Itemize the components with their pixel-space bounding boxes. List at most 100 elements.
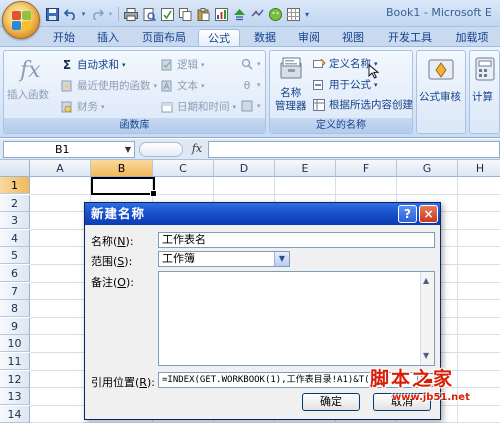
row-header-8[interactable]: 8 (0, 300, 30, 318)
formula-auditing-button[interactable]: 公式审核 (419, 91, 461, 104)
tab-view[interactable]: 视图 (333, 29, 373, 47)
name-field[interactable]: 工作表名 (158, 232, 435, 248)
scope-select[interactable]: 工作簿 ▼ (158, 251, 290, 267)
insert-function-fx-button[interactable]: fx (189, 141, 205, 158)
name-manager-icon[interactable] (279, 55, 305, 84)
refers-to-field[interactable]: =INDEX(GET.WORKBOOK(1),工作表目录!A1)&T( (158, 372, 418, 388)
title-bar: ▾ ▾ ▾ Book1 - Microsoft E (0, 0, 500, 39)
tab-insert[interactable]: 插入 (88, 29, 128, 47)
copy-icon[interactable] (177, 6, 193, 22)
scope-label: 范围(S): (91, 255, 133, 268)
customize-icon[interactable] (285, 6, 301, 22)
row-header-14[interactable]: 14 (0, 405, 30, 423)
date-time-button[interactable]: 日期和时间 ▾ (160, 99, 236, 114)
redo-icon[interactable] (89, 6, 105, 22)
cancel-button[interactable]: 取消 (373, 393, 431, 411)
collapse-dialog-button[interactable] (421, 373, 435, 387)
column-header-c[interactable]: C (153, 160, 214, 177)
sort-icon[interactable] (231, 6, 247, 22)
math-trig-button[interactable]: θ ▾ (240, 78, 261, 92)
name-manager-button[interactable]: 名称 管理器 (275, 87, 307, 113)
undo-icon[interactable] (62, 6, 78, 22)
column-header-f[interactable]: F (336, 160, 397, 177)
tab-review[interactable]: 审阅 (290, 29, 328, 47)
smiley-icon[interactable] (267, 6, 283, 22)
spelling-icon[interactable] (159, 6, 175, 22)
column-header-e[interactable]: E (275, 160, 336, 177)
row-header-10[interactable]: 10 (0, 335, 30, 353)
row-header-7[interactable]: 7 (0, 282, 30, 300)
formula-input[interactable] (208, 141, 500, 158)
row-header-2[interactable]: 2 (0, 194, 30, 212)
tab-home[interactable]: 开始 (44, 29, 84, 47)
comment-textarea[interactable]: ▲ ▼ (158, 271, 435, 366)
use-in-formula-button[interactable]: 用于公式 ▾ (312, 77, 378, 92)
column-header-b[interactable]: B (91, 160, 153, 177)
print-icon[interactable] (123, 6, 139, 22)
row-header-11[interactable]: 11 (0, 353, 30, 370)
chevron-down-icon: ▾ (232, 102, 237, 111)
name-box[interactable]: B1 ▼ (3, 141, 135, 158)
recently-used-button[interactable]: 最近使用的函数 ▾ (60, 78, 157, 93)
tab-add-ins[interactable]: 加载项 (446, 29, 498, 47)
calculator-icon[interactable] (475, 57, 495, 84)
row-header-13[interactable]: 13 (0, 388, 30, 406)
close-button[interactable]: × (419, 205, 438, 223)
office-button[interactable] (2, 1, 40, 39)
tab-formulas[interactable]: 公式 (198, 29, 240, 47)
dialog-title: 新建名称 (85, 203, 440, 225)
column-header-g[interactable]: G (397, 160, 458, 177)
row-header-4[interactable]: 4 (0, 229, 30, 247)
office-logo-icon (12, 11, 32, 31)
record-icon[interactable] (249, 6, 265, 22)
tab-page-layout[interactable]: 页面布局 (134, 29, 194, 47)
chevron-down-icon[interactable]: ▼ (274, 252, 289, 266)
formula-auditing-icon[interactable] (428, 57, 454, 84)
save-icon[interactable] (44, 6, 60, 22)
row-header-9[interactable]: 9 (0, 317, 30, 335)
select-all-corner[interactable] (0, 160, 30, 177)
chart-icon[interactable] (213, 6, 229, 22)
redo-dropdown-icon[interactable]: ▾ (107, 6, 114, 22)
help-button[interactable]: ? (398, 205, 417, 223)
undo-dropdown-icon[interactable]: ▾ (80, 6, 87, 22)
row-header-3[interactable]: 3 (0, 212, 30, 230)
create-from-selection-button[interactable]: 根据所选内容创建 (312, 97, 413, 112)
row-header-12[interactable]: 12 (0, 370, 30, 388)
lookup-reference-button[interactable]: ▾ (240, 57, 261, 71)
qat-more-icon[interactable]: ▾ (303, 6, 311, 22)
formula-bar-splitter[interactable] (139, 142, 183, 157)
financial-button[interactable]: 财务 ▾ (60, 99, 105, 114)
print-preview-icon[interactable] (141, 6, 157, 22)
row-header-5[interactable]: 5 (0, 247, 30, 265)
chevron-down-icon[interactable]: ▼ (125, 142, 131, 157)
autosum-button[interactable]: Σ 自动求和 ▾ (60, 57, 126, 72)
paste-icon[interactable] (195, 6, 211, 22)
row-header-6[interactable]: 6 (0, 265, 30, 282)
function-library-label: 函数库 (4, 118, 265, 133)
comment-scrollbar[interactable]: ▲ ▼ (420, 272, 434, 365)
collapse-dialog-icon (424, 379, 432, 383)
calculation-button[interactable]: 计算 (472, 91, 493, 104)
define-name-icon (312, 57, 326, 71)
active-cell-b1[interactable] (91, 177, 157, 197)
ok-button[interactable]: 确定 (302, 393, 360, 411)
insert-function-icon[interactable]: fx (20, 58, 41, 83)
logical-button[interactable]: 逻辑 ▾ (160, 57, 205, 72)
more-functions-button[interactable]: ▾ (240, 99, 261, 113)
tab-data[interactable]: 数据 (246, 29, 284, 47)
group-defined-names: 名称 管理器 定义名称 ▾ 用于公式 ▾ 根据所选内容创建 定义的名称 (269, 50, 413, 134)
tab-developer[interactable]: 开发工具 (381, 29, 439, 47)
name-label: 名称(N): (91, 235, 134, 248)
column-header-h[interactable]: H (458, 160, 500, 177)
scroll-up-icon[interactable]: ▲ (423, 274, 429, 288)
insert-function-button[interactable]: 插入函数 (7, 89, 49, 102)
chevron-down-icon: ▾ (257, 81, 261, 89)
row-header-1[interactable]: 1 (0, 177, 30, 194)
column-header-d[interactable]: D (214, 160, 275, 177)
more-functions-icon (240, 99, 254, 113)
coins-icon (60, 100, 74, 114)
column-header-a[interactable]: A (30, 160, 91, 177)
scroll-down-icon[interactable]: ▼ (423, 349, 429, 363)
text-button[interactable]: 文本 ▾ (160, 78, 205, 93)
